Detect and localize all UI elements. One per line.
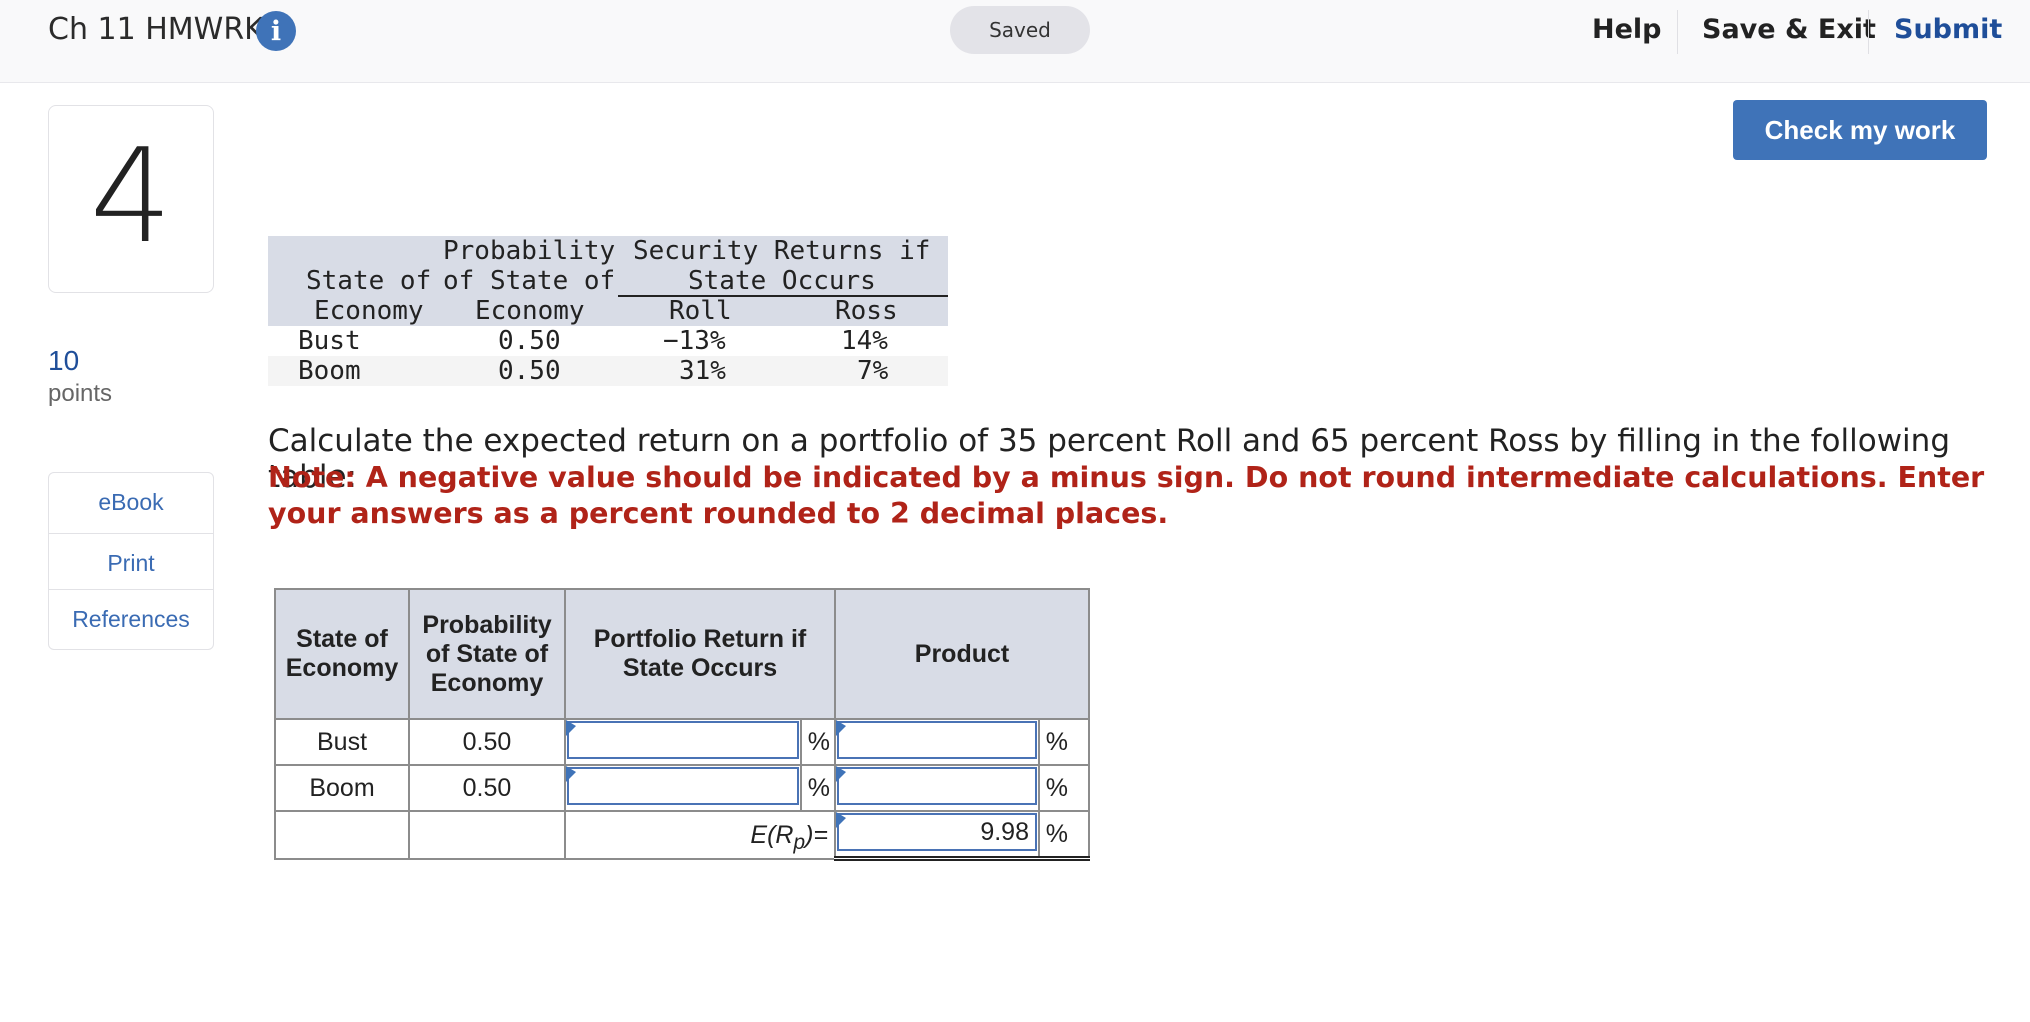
row-prob: 0.50 (498, 356, 561, 386)
submit-link[interactable]: Submit (1894, 14, 2002, 45)
portfolio-return-input-boom[interactable] (567, 767, 799, 805)
ebook-link[interactable]: eBook (49, 473, 213, 531)
points-label: points (48, 380, 113, 407)
row-state: Bust (298, 326, 361, 356)
row-prob: 0.50 (498, 326, 561, 356)
percent-sign: % (1037, 812, 1068, 856)
table-row: Bust 0.50 % % (274, 718, 1090, 766)
row-roll: 31% (679, 356, 726, 386)
portfolio-return-input-bust[interactable] (567, 721, 799, 759)
question-number-box: 4 (48, 105, 214, 293)
table-row: Boom 0.50 % % (274, 764, 1090, 812)
header-divider (1868, 10, 1869, 54)
print-link[interactable]: Print (49, 533, 213, 592)
state-cell: Boom (274, 764, 410, 812)
expected-return-row: E(Rp)= 9.98 % (274, 810, 1090, 861)
header-state-occurs: State Occurs (688, 266, 876, 296)
expected-return-label-e: E(R (750, 820, 794, 849)
header-divider (1677, 10, 1678, 54)
probability-cell: 0.50 (408, 718, 566, 766)
header-underline (618, 295, 948, 297)
percent-sign: % (799, 766, 830, 810)
product-input-bust[interactable] (837, 721, 1037, 759)
probability-cell: 0.50 (408, 764, 566, 812)
header-probability-of-state: Probability of State of Economy (408, 588, 566, 720)
header-portfolio-return: Portfolio Return if State Occurs (564, 588, 836, 720)
question-number: 4 (89, 120, 173, 272)
data-row-bg (268, 356, 948, 386)
header-ross: Ross (835, 296, 898, 326)
answer-table: State of Economy Probability of State of… (274, 588, 1090, 861)
header-of-state-of: of State of (443, 266, 616, 296)
header-state-of: State of (306, 266, 432, 296)
row-state: Boom (298, 356, 361, 386)
saved-status-badge: Saved (950, 6, 1090, 54)
help-link[interactable]: Help (1592, 14, 1662, 45)
input-marker-icon (836, 812, 846, 828)
state-cell: Bust (274, 718, 410, 766)
expected-return-label-subscript: p (793, 830, 806, 854)
points-value: 10 (48, 345, 80, 376)
returns-data-table: Probability Security Returns if State of… (268, 236, 948, 386)
empty-cell (274, 810, 410, 860)
header-state-of-economy: State of Economy (274, 588, 410, 720)
references-link[interactable]: References (49, 589, 213, 648)
header-product: Product (834, 588, 1090, 720)
input-marker-icon (836, 766, 846, 782)
row-roll: −13% (663, 326, 726, 356)
input-marker-icon (566, 720, 576, 736)
header-security-returns: Security Returns if (633, 236, 931, 266)
expected-return-input[interactable]: 9.98 (837, 813, 1037, 851)
product-input-boom[interactable] (837, 767, 1037, 805)
answer-table-header: State of Economy Probability of State of… (274, 588, 1090, 720)
check-my-work-button[interactable]: Check my work (1733, 100, 1987, 160)
header-roll: Roll (669, 296, 732, 326)
top-bar: Ch 11 HMWRK i Saved Help Save & Exit Sub… (0, 0, 2030, 83)
portfolio-return-field: % (566, 720, 834, 764)
portfolio-return-field: % (566, 766, 834, 810)
expected-return-field: 9.98 % (836, 812, 1088, 856)
input-marker-icon (566, 766, 576, 782)
percent-sign: % (799, 720, 830, 764)
expected-return-label: E(Rp)= (750, 813, 828, 857)
expected-return-label-cell: E(Rp)= (566, 813, 834, 857)
expected-return-label-suffix: )= (805, 820, 828, 849)
row-ross: 14% (841, 326, 888, 356)
header-probability: Probability (443, 236, 616, 266)
percent-sign: % (1037, 766, 1068, 810)
input-marker-icon (836, 720, 846, 736)
info-icon[interactable]: i (256, 11, 296, 51)
assignment-title: Ch 11 HMWRK (48, 12, 264, 47)
product-field: % (836, 766, 1088, 810)
instruction-note: Note: A negative value should be indicat… (268, 461, 1985, 530)
row-ross: 7% (857, 356, 889, 386)
product-field: % (836, 720, 1088, 764)
header-economy-prob: Economy (475, 296, 585, 326)
save-exit-link[interactable]: Save & Exit (1702, 14, 1876, 45)
resources-panel: eBook Print References (48, 472, 214, 650)
empty-cell (408, 810, 566, 860)
header-economy: Economy (314, 296, 424, 326)
percent-sign: % (1037, 720, 1068, 764)
